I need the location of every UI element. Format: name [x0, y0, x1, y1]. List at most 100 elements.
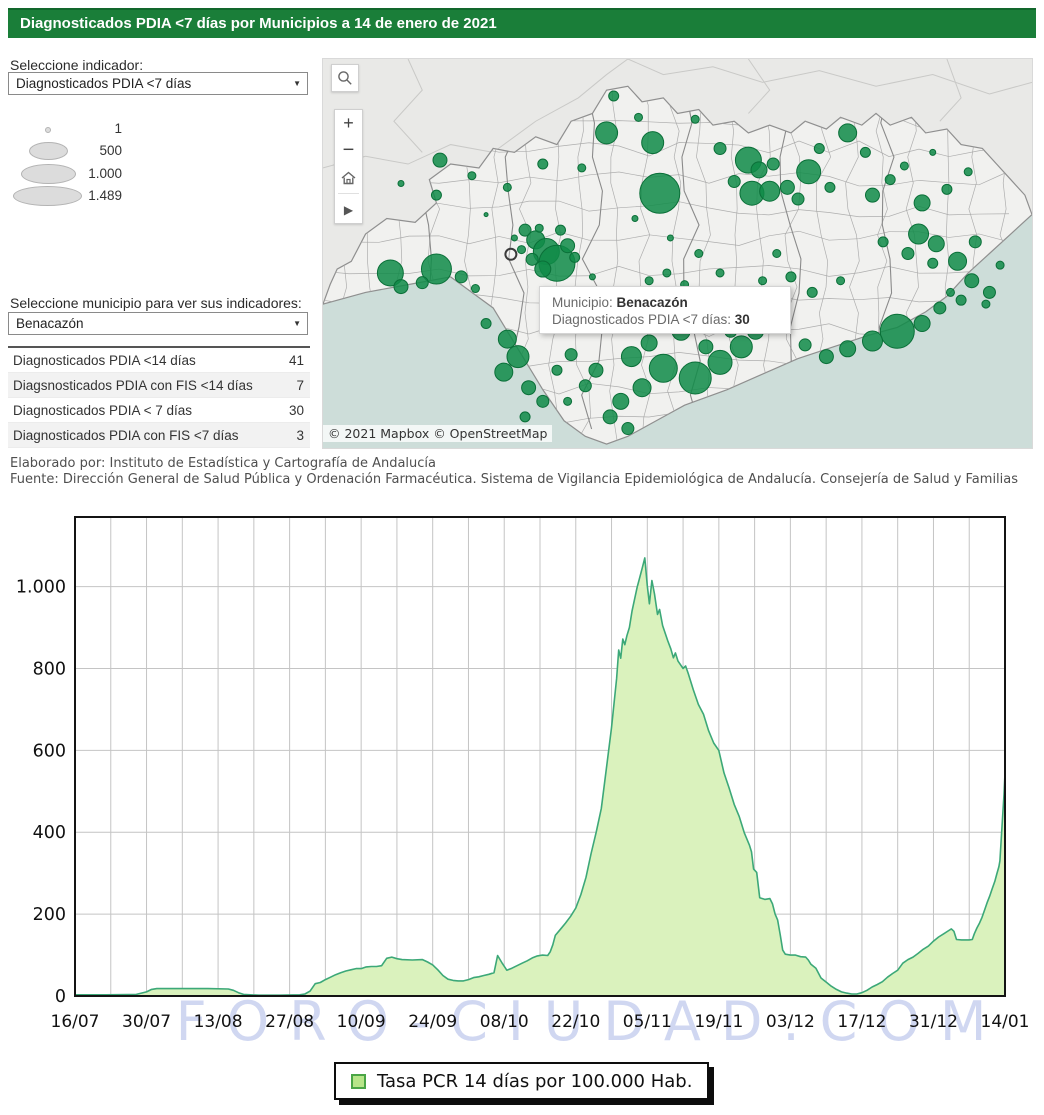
municipality-bubble[interactable] [928, 236, 944, 252]
municipality-bubble[interactable] [767, 158, 779, 170]
municipality-bubble[interactable] [862, 331, 882, 351]
municipality-bubble[interactable] [613, 393, 629, 409]
municipality-bubble[interactable] [589, 363, 603, 377]
municipality-bubble[interactable] [642, 132, 664, 154]
municipality-bubble[interactable] [807, 287, 817, 297]
municipality-bubble[interactable] [825, 182, 835, 192]
municipality-bubble[interactable] [640, 173, 680, 213]
home-button[interactable] [335, 164, 362, 191]
municipality-bubble[interactable] [714, 142, 726, 154]
municipality-bubble[interactable] [609, 91, 619, 101]
municipality-bubble[interactable] [622, 423, 634, 435]
municipality-bubble[interactable] [699, 340, 713, 354]
municipality-bubble[interactable] [641, 335, 657, 351]
municipality-bubble[interactable] [663, 269, 671, 277]
municipality-bubble[interactable] [552, 365, 562, 375]
indicator-row[interactable]: Diagnosticados PDIA < 7 días30 [8, 398, 310, 423]
municipality-bubble[interactable] [760, 181, 780, 201]
municipality-bubble[interactable] [578, 164, 586, 172]
municipality-bubble[interactable] [865, 188, 879, 202]
municipality-bubble[interactable] [996, 261, 1004, 269]
municipality-bubble[interactable] [934, 302, 946, 314]
municipality-bubble[interactable] [564, 397, 572, 405]
municipality-bubble[interactable] [679, 362, 711, 394]
municipality-bubble[interactable] [751, 162, 767, 178]
municipality-bubble[interactable] [885, 175, 895, 185]
municipality-bubble[interactable] [964, 168, 972, 176]
andalucia-map[interactable] [323, 59, 1032, 448]
municipality-bubble[interactable] [596, 122, 618, 144]
zoom-in-button[interactable]: + [335, 110, 362, 137]
municipality-bubble[interactable] [579, 380, 591, 392]
municipality-bubble[interactable] [946, 288, 954, 296]
municipality-bubble[interactable] [621, 347, 641, 367]
municipality-bubble[interactable] [484, 213, 488, 217]
selected-municipality-marker[interactable] [505, 249, 516, 260]
municipality-bubble[interactable] [507, 346, 529, 368]
municipality-bubble[interactable] [909, 224, 929, 244]
municipality-bubble[interactable] [398, 180, 404, 186]
municipality-bubble[interactable] [956, 295, 966, 305]
map-search-button[interactable] [331, 64, 359, 92]
indicator-dropdown-value[interactable]: Diagnosticados PDIA <7 días [8, 72, 308, 95]
municipality-bubble[interactable] [695, 250, 703, 258]
municipality-bubble[interactable] [556, 225, 566, 235]
municipality-bubble[interactable] [535, 224, 543, 232]
map-attribution[interactable]: © 2021 Mapbox © OpenStreetMap [323, 425, 552, 442]
municipality-bubble[interactable] [431, 190, 441, 200]
municipality-bubble[interactable] [468, 172, 476, 180]
municipality-bubble[interactable] [814, 143, 824, 153]
indicator-row[interactable]: Diagnosticados PDIA con FIS <7 días3 [8, 423, 310, 448]
indicator-row[interactable]: Diagsnosticados PDIA con FIS <14 días7 [8, 373, 310, 398]
municipality-bubble[interactable] [538, 159, 548, 169]
municipality-bubble[interactable] [495, 363, 513, 381]
municipality-bubble[interactable] [471, 285, 479, 293]
municipality-bubble[interactable] [730, 336, 752, 358]
municipality-bubble[interactable] [773, 250, 781, 258]
map-container[interactable]: + − ▶ Municipio: Benacazón Diagnosticado… [322, 58, 1033, 449]
municipality-bubble[interactable] [433, 153, 447, 167]
municipality-bubble[interactable] [914, 195, 930, 211]
municipio-dropdown[interactable]: Benacazón ▼ [8, 312, 308, 335]
municipality-bubble[interactable] [570, 252, 580, 262]
municipio-dropdown-value[interactable]: Benacazón [8, 312, 308, 335]
municipality-bubble[interactable] [797, 160, 821, 184]
pan-right-button[interactable]: ▶ [335, 196, 362, 223]
municipality-bubble[interactable] [902, 248, 914, 260]
municipality-bubble[interactable] [716, 269, 724, 277]
municipality-bubble[interactable] [633, 379, 651, 397]
municipality-bubble[interactable] [565, 349, 577, 361]
municipality-bubble[interactable] [520, 412, 530, 422]
municipality-bubble[interactable] [914, 316, 930, 332]
municipality-bubble[interactable] [965, 274, 979, 288]
municipality-bubble[interactable] [949, 252, 967, 270]
municipality-bubble[interactable] [759, 277, 767, 285]
municipality-bubble[interactable] [455, 271, 467, 283]
municipality-bubble[interactable] [667, 235, 673, 241]
municipality-bubble[interactable] [518, 246, 526, 254]
municipality-bubble[interactable] [930, 149, 936, 155]
municipality-bubble[interactable] [928, 258, 938, 268]
municipality-bubble[interactable] [645, 277, 653, 285]
municipality-bubble[interactable] [839, 124, 857, 142]
municipality-bubble[interactable] [522, 381, 536, 395]
municipality-bubble[interactable] [511, 235, 517, 241]
municipality-bubble[interactable] [635, 113, 643, 121]
zoom-out-button[interactable]: − [335, 137, 362, 164]
municipality-bubble[interactable] [792, 193, 804, 205]
municipality-bubble[interactable] [589, 274, 595, 280]
municipality-bubble[interactable] [498, 330, 516, 348]
municipality-bubble[interactable] [481, 319, 491, 329]
municipality-bubble[interactable] [728, 176, 740, 188]
municipality-bubble[interactable] [982, 300, 990, 308]
municipality-bubble[interactable] [860, 147, 870, 157]
municipality-bubble[interactable] [780, 180, 794, 194]
municipality-bubble[interactable] [537, 395, 549, 407]
municipality-bubble[interactable] [819, 350, 833, 364]
municipality-bubble[interactable] [526, 253, 538, 265]
municipality-bubble[interactable] [880, 314, 914, 348]
municipality-bubble[interactable] [786, 272, 796, 282]
municipality-bubble[interactable] [878, 237, 888, 247]
municipality-bubble[interactable] [561, 239, 575, 253]
municipality-bubble[interactable] [942, 184, 952, 194]
